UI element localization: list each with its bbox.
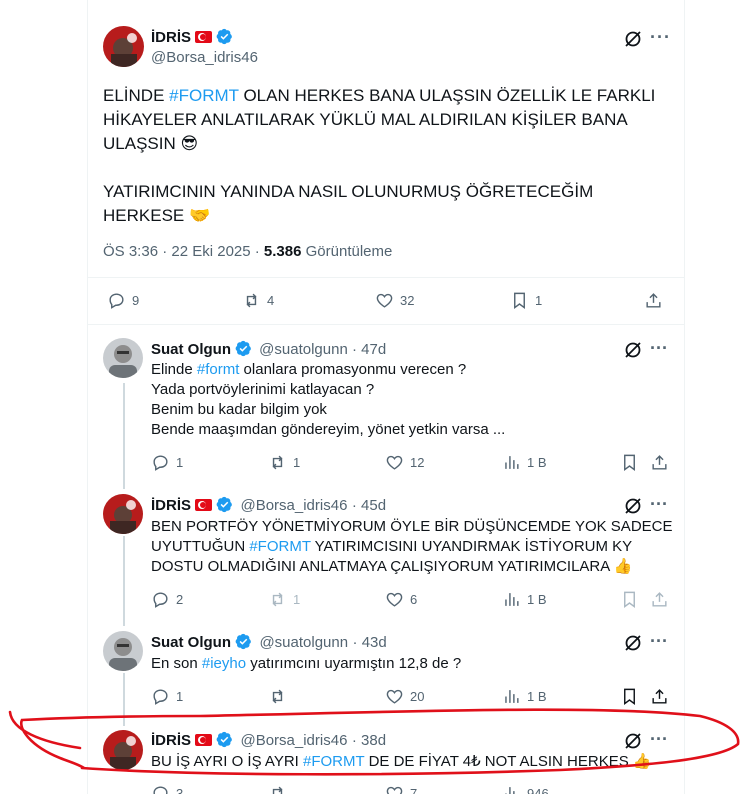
red-annotation-circle: [8, 708, 740, 776]
